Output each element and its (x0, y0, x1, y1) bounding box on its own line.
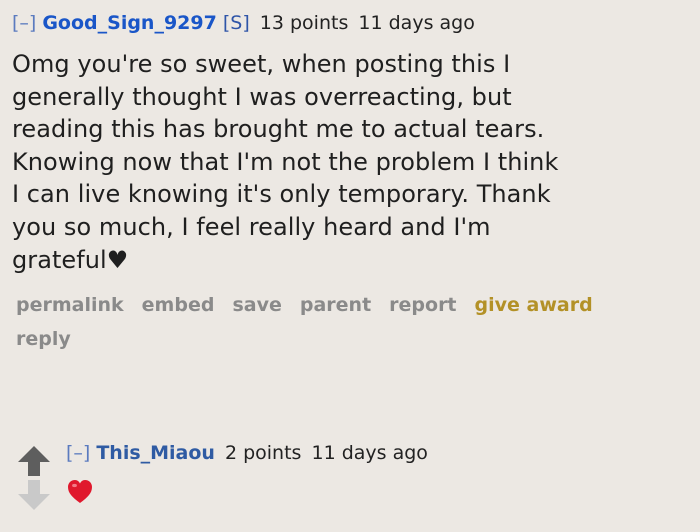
permalink-button[interactable]: permalink (16, 288, 124, 322)
timestamp[interactable]: 11 days ago (358, 12, 474, 34)
child-comment-content: [–] This_Miaou 2 points 11 days ago (66, 440, 686, 506)
embed-button[interactable]: embed (142, 288, 215, 322)
comment-actions: permalink embed save parent report give award… (12, 288, 672, 356)
author-link[interactable]: This_Miaou (96, 442, 215, 464)
parent-button[interactable]: parent (300, 288, 371, 322)
timestamp[interactable]: 11 days ago (312, 442, 428, 464)
report-button[interactable]: report (389, 288, 456, 322)
collapse-toggle[interactable]: [–] (12, 12, 36, 34)
downvote-arrow-icon[interactable] (16, 478, 52, 512)
child-tagline: [–] This_Miaou 2 points 11 days ago (66, 440, 686, 466)
comment-tagline: [–] Good_Sign_9297 [S] 13 points 11 days a… (12, 10, 696, 36)
body-line: grateful♥ (12, 245, 129, 274)
body-line: I can live knowing it's only temporary. … (12, 180, 551, 209)
collapse-toggle[interactable]: [–] (66, 442, 90, 464)
vote-arrows (16, 444, 52, 512)
body-line: reading this has brought me to actual te… (12, 115, 545, 144)
score: 13 points (259, 12, 349, 34)
body-line: Omg you're so sweet, when posting this I (12, 50, 511, 78)
reply-button[interactable]: reply (16, 322, 71, 356)
body-line: generally thought I was overreacting, bu… (12, 82, 512, 111)
upvote-arrow-icon[interactable] (16, 444, 52, 478)
give-award-button[interactable]: give award (475, 288, 593, 322)
submitter-flag[interactable]: [S] (223, 12, 250, 34)
comment-body: Omg you're so sweet, when posting this I… (12, 48, 696, 276)
score: 2 points (224, 442, 302, 464)
comment-op-reply: [–] Good_Sign_9297 [S] 13 points 11 days a… (12, 10, 696, 356)
comment-thread: [–] Good_Sign_9297 [S] 13 points 11 days a… (0, 0, 700, 532)
body-line: Knowing now that I'm not the problem I t… (12, 147, 559, 176)
body-line: you so much, I feel really heard and I'm (12, 212, 491, 241)
author-link[interactable]: Good_Sign_9297 (42, 12, 217, 34)
red-heart-icon (68, 480, 92, 503)
save-button[interactable]: save (232, 288, 281, 322)
